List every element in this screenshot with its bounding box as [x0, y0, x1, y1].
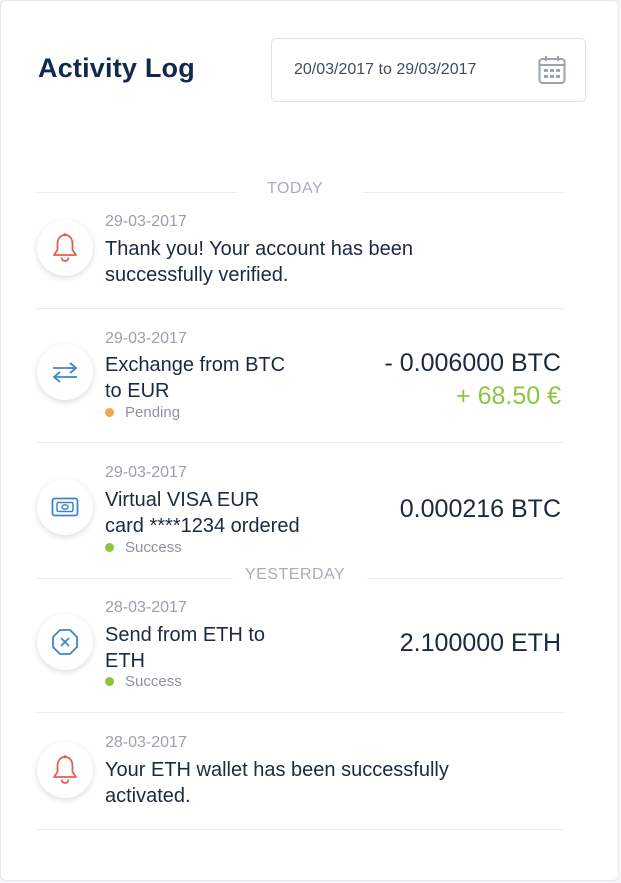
activity-date: 29-03-2017 — [105, 464, 187, 481]
status-dot-success — [105, 677, 114, 686]
activity-text-line1: Your ETH wallet has been successfully — [105, 759, 449, 781]
calendar-icon[interactable] — [538, 55, 566, 85]
status-badge: Pending — [105, 404, 180, 421]
date-range-text: 20/03/2017 to 29/03/2017 — [294, 61, 477, 78]
cancel-octagon-icon — [37, 614, 93, 670]
section-divider-left — [37, 578, 233, 579]
activity-text-line1: Exchange from BTC — [105, 354, 286, 376]
row-divider — [37, 308, 563, 309]
status-dot-pending — [105, 408, 114, 417]
amount-crypto: 0.000216 BTC — [399, 495, 561, 523]
status-text: Pending — [125, 404, 181, 421]
amount-crypto: - 0.006000 BTC — [384, 349, 562, 377]
section-divider-left — [37, 192, 237, 193]
activity-text-line1: Virtual VISA EUR — [105, 489, 260, 511]
status-text: Success — [125, 539, 182, 556]
amount-fiat: + 68.50 € — [456, 382, 561, 410]
section-divider-right — [367, 578, 563, 579]
row-divider — [37, 442, 563, 443]
activity-log-card: Activity Log 20/03/2017 to 29/03/2017 TO… — [0, 0, 619, 881]
bell-icon — [37, 220, 93, 276]
page-title: Activity Log — [38, 53, 195, 83]
activity-date: 29-03-2017 — [105, 213, 187, 230]
section-divider-right — [363, 192, 563, 193]
activity-date: 28-03-2017 — [105, 734, 187, 751]
section-label-today: TODAY — [267, 180, 324, 197]
status-badge: Success — [105, 673, 182, 690]
date-range-picker[interactable]: 20/03/2017 to 29/03/2017 — [271, 38, 586, 102]
activity-text-line2: card ****1234 ordered — [105, 515, 300, 537]
activity-text-line2: successfully verified. — [105, 264, 289, 286]
amount-crypto: 2.100000 ETH — [399, 629, 561, 657]
activity-date: 28-03-2017 — [105, 599, 187, 616]
status-text: Success — [125, 673, 182, 690]
exchange-arrows-icon — [37, 344, 93, 400]
activity-date: 29-03-2017 — [105, 330, 187, 347]
activity-text-line2: to EUR — [105, 380, 170, 402]
bell-icon — [37, 742, 93, 798]
activity-text-line1: Send from ETH to — [105, 624, 266, 646]
activity-text-line2: ETH — [105, 650, 145, 672]
activity-text-line2: activated. — [105, 785, 191, 807]
activity-text-line1: Thank you! Your account has been — [105, 238, 414, 260]
status-badge: Success — [105, 539, 182, 556]
row-divider — [37, 712, 563, 713]
row-divider — [37, 829, 563, 830]
status-dot-success — [105, 543, 114, 552]
section-label-yesterday: YESTERDAY — [245, 566, 346, 583]
banknote-icon — [37, 479, 93, 535]
